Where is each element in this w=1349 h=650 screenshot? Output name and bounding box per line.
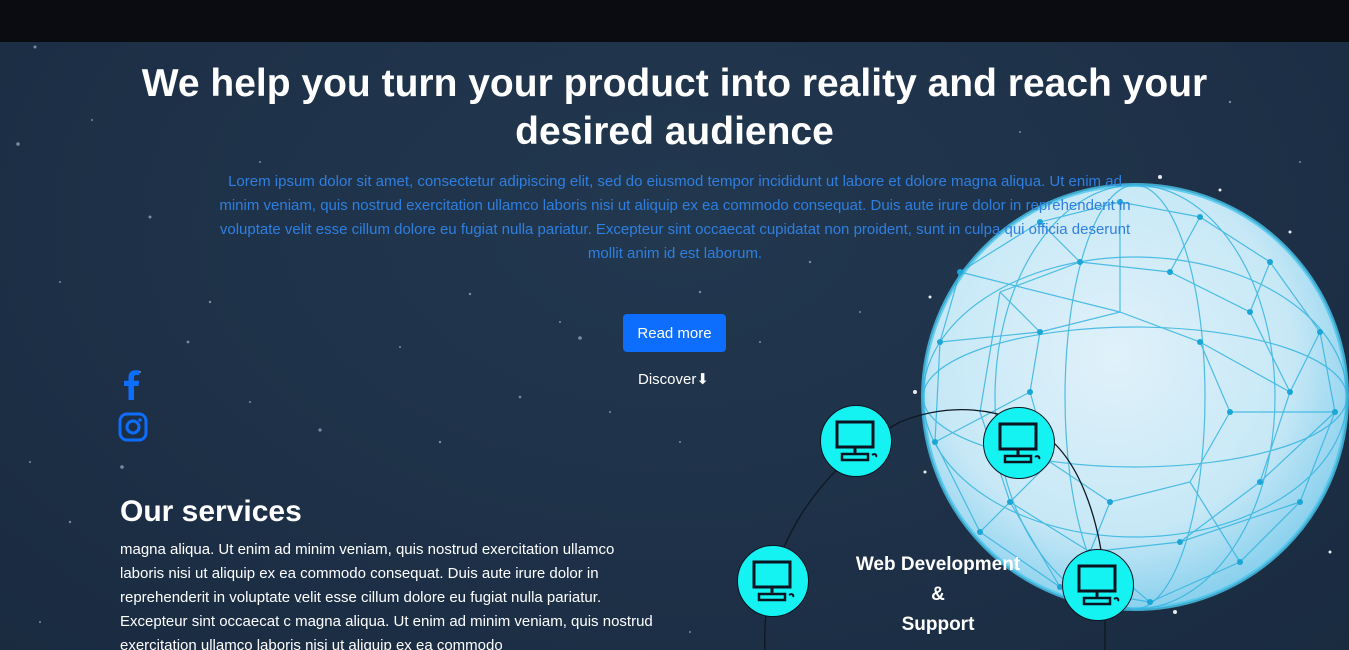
instagram-link[interactable]: [118, 411, 148, 443]
computer-monitor-icon: [835, 420, 878, 462]
service-label-line3: Support: [901, 614, 975, 635]
service-node-2[interactable]: [983, 407, 1055, 479]
hero-section: We help you turn your product into reali…: [0, 42, 1349, 650]
facebook-icon: [124, 370, 140, 400]
service-node-4[interactable]: [1062, 549, 1134, 621]
instagram-icon: [118, 412, 148, 442]
services-description: magna aliqua. Ut enim ad minim veniam, q…: [120, 541, 653, 650]
hero-lead-text: Lorem ipsum dolor sit amet, consectetur …: [219, 173, 1131, 262]
discover-link[interactable]: Discover⬇: [638, 370, 709, 390]
computer-monitor-icon: [1077, 564, 1120, 606]
read-more-button[interactable]: Read more: [623, 314, 726, 352]
hero-headline: We help you turn your product into reali…: [141, 62, 1208, 153]
computer-monitor-icon: [752, 560, 795, 602]
service-label-line2: &: [931, 584, 945, 605]
facebook-link[interactable]: [118, 368, 148, 400]
service-node-3[interactable]: [737, 545, 809, 617]
computer-monitor-icon: [998, 422, 1041, 464]
service-center-label: Web Development & Support: [838, 550, 1038, 640]
top-navbar: [0, 0, 1349, 42]
discover-label: Discover: [638, 371, 697, 388]
service-node-1[interactable]: [820, 405, 892, 477]
service-label-line1: Web Development: [855, 554, 1021, 575]
services-heading: Our services: [120, 495, 302, 528]
